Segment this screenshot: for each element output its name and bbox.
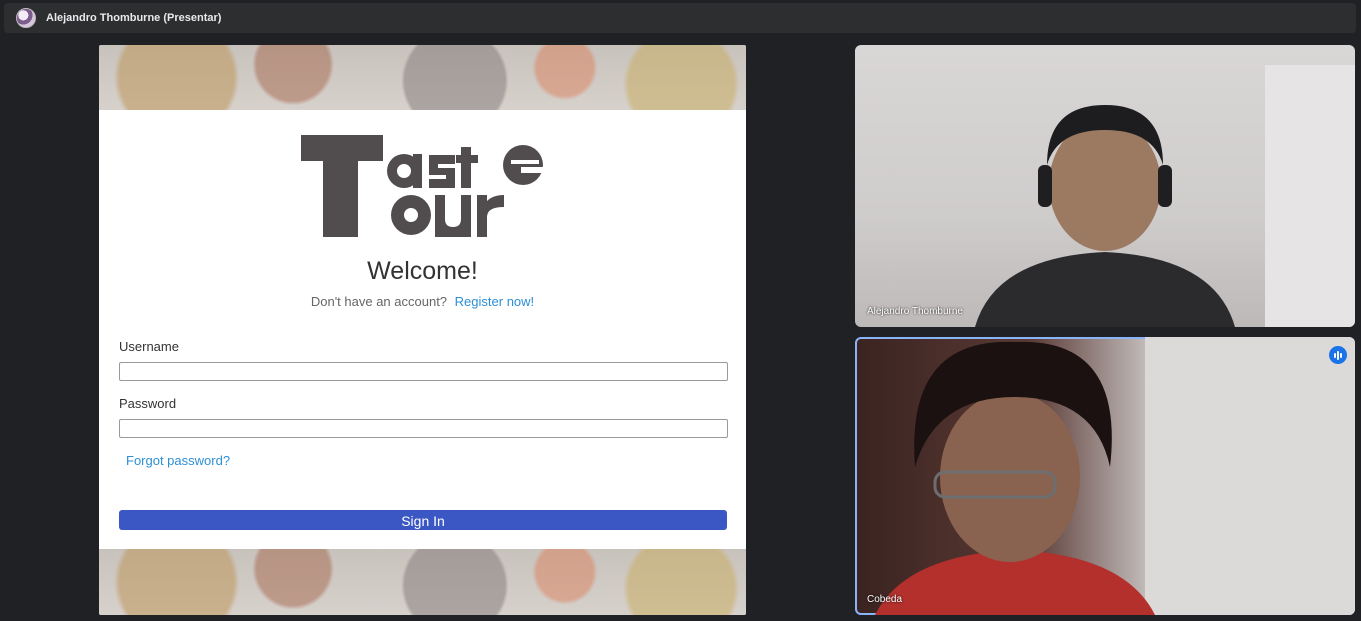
shared-screen: Welcome! Don't have an account? Register… xyxy=(99,45,746,615)
sign-in-button[interactable]: Sign In xyxy=(119,510,727,530)
forgot-password-link[interactable]: Forgot password? xyxy=(126,453,230,468)
participant-tile-active[interactable]: Cobeda xyxy=(855,337,1355,615)
taste-tour-logo xyxy=(301,135,545,237)
register-prompt: Don't have an account? Register now! xyxy=(99,294,746,309)
food-background-bottom xyxy=(99,549,746,615)
no-account-text: Don't have an account? xyxy=(310,294,448,309)
welcome-heading: Welcome! xyxy=(367,257,478,285)
username-label: Username xyxy=(119,339,179,354)
register-link[interactable]: Register now! xyxy=(455,294,534,309)
presenter-title: Alejandro Thomburne (Presentar) xyxy=(46,12,222,24)
speaking-icon xyxy=(1329,346,1347,364)
participant-video xyxy=(975,65,1355,327)
password-label: Password xyxy=(119,396,177,411)
food-background-top xyxy=(99,45,746,110)
participant-video xyxy=(875,337,1355,615)
login-card: Welcome! Don't have an account? Register… xyxy=(99,110,746,550)
participant-name: Cobeda xyxy=(867,594,903,605)
password-input[interactable] xyxy=(119,419,728,438)
presenter-avatar xyxy=(16,8,36,28)
participant-name: Alejandro Thomburne xyxy=(867,306,963,317)
presenter-bar: Alejandro Thomburne (Presentar) xyxy=(4,3,1356,33)
username-input[interactable] xyxy=(119,362,728,381)
participant-tile[interactable]: Alejandro Thomburne xyxy=(855,45,1355,327)
